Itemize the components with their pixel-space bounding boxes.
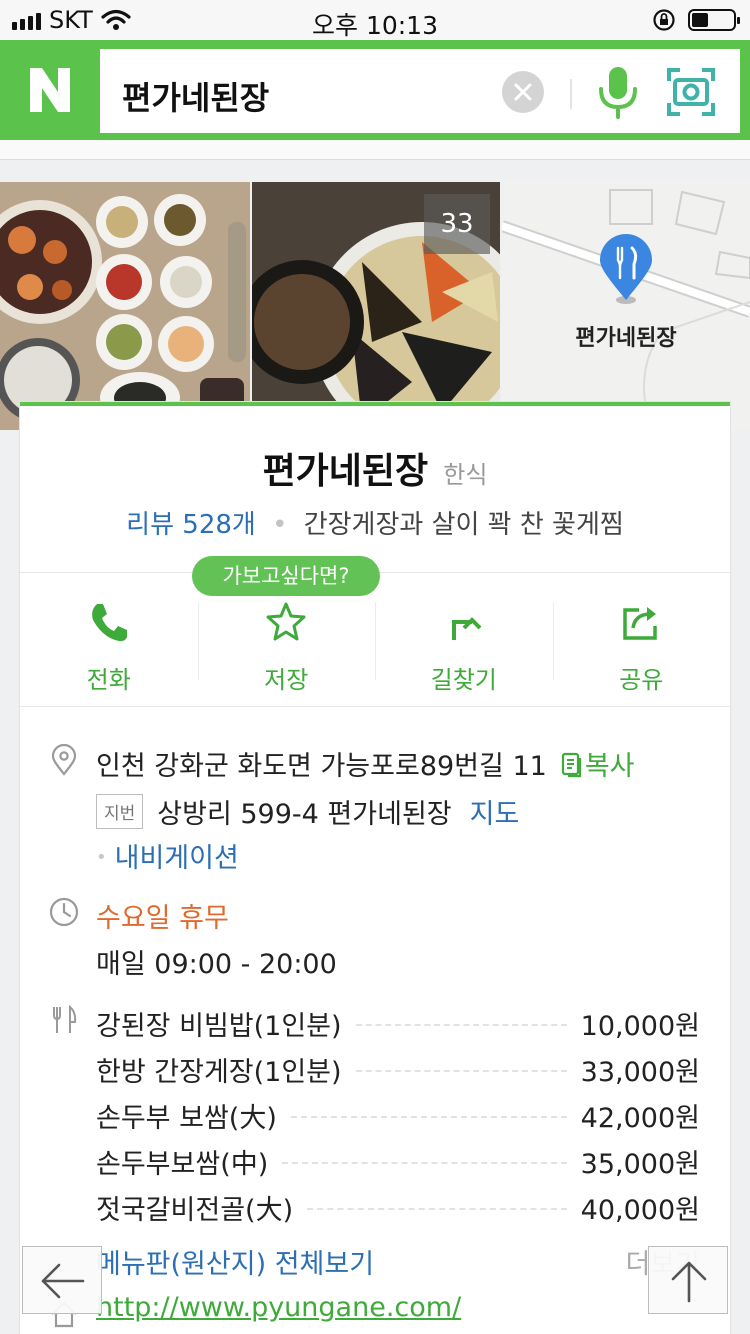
dotted-leader	[355, 1070, 567, 1072]
restaurant-pin-icon	[600, 234, 652, 304]
arrow-up-icon	[671, 1261, 707, 1303]
fork-knife-icon	[53, 1004, 77, 1033]
search-divider	[570, 79, 572, 109]
share-icon	[623, 607, 657, 640]
menu-item-name: 손두부 보쌈(大)	[96, 1095, 291, 1135]
menu-item: 젓국갈비전골(大) 40,000원	[96, 1184, 700, 1230]
menu-item: 손두부 보쌈(大) 42,000원	[96, 1092, 700, 1138]
copy-icon[interactable]	[561, 752, 583, 778]
share-label: 공유	[619, 666, 664, 694]
back-button[interactable]	[22, 1246, 102, 1314]
closed-day: 수요일 휴무	[96, 903, 229, 934]
arrow-left-icon	[41, 1263, 85, 1299]
search-input[interactable]: 편가네된장	[122, 73, 269, 119]
scroll-to-top-button[interactable]	[648, 1246, 728, 1314]
header-spacer	[0, 140, 750, 160]
menu-item-name: 강된장 비빔밥(1인분)	[96, 1003, 356, 1043]
navigation-row: • 내비게이션	[96, 836, 239, 875]
menu-item-price: 33,000원	[580, 1056, 700, 1088]
copy-address-button[interactable]: 복사	[585, 751, 635, 782]
dotted-leader	[355, 1024, 567, 1026]
review-line: 리뷰 528개 • 간장게장과 살이 꽉 찬 꽃게찜	[20, 504, 730, 541]
business-hours: 매일 09:00 - 20:00	[96, 949, 337, 980]
dotted-leader	[290, 1116, 567, 1118]
menu-more-row: 메뉴판(원산지) 전체보기 더보기	[96, 1242, 700, 1281]
clock-icon	[49, 897, 79, 927]
status-right	[652, 8, 740, 32]
menu-item: 강된장 비빔밥(1인분) 10,000원	[96, 1000, 700, 1046]
menu-list: 강된장 비빔밥(1인분) 10,000원 한방 간장게장(1인분) 33,000…	[96, 1000, 700, 1230]
full-menu-link[interactable]: 메뉴판(원산지) 전체보기	[96, 1249, 374, 1280]
menu-item-price: 10,000원	[580, 1010, 700, 1042]
lens-search-icon[interactable]	[666, 67, 716, 117]
jibun-tag: 지번	[96, 794, 144, 829]
place-name: 편가네된장	[262, 451, 429, 492]
search-header: 편가네된장	[0, 40, 750, 140]
bullet-dot: •	[96, 847, 107, 868]
status-bar: SKT 오후 10:13	[0, 0, 750, 40]
separator-dot: •	[272, 510, 288, 540]
rotation-lock-icon	[653, 9, 675, 31]
save-tooltip[interactable]: 가보고싶다면?	[192, 556, 380, 596]
directions-label: 길찾기	[430, 666, 497, 694]
menu-item: 손두부보쌈(中) 35,000원	[96, 1138, 700, 1184]
road-address-text: 인천 강화군 화도면 가능포로89번길 11	[96, 751, 547, 782]
review-count-link[interactable]: 리뷰 528개	[126, 510, 256, 540]
map-link[interactable]: 지도	[470, 792, 520, 831]
menu-item-price: 40,000원	[580, 1194, 700, 1226]
call-button[interactable]: 전화	[20, 588, 198, 706]
place-category: 한식	[443, 461, 488, 489]
place-card: 편가네된장 한식 리뷰 528개 • 간장게장과 살이 꽉 찬 꽃게찜 전화 저…	[20, 402, 730, 1334]
call-label: 전화	[86, 666, 131, 694]
menu-item: 한방 간장게장(1인분) 33,000원	[96, 1046, 700, 1092]
menu-item-name: 젓국갈비전골(大)	[96, 1187, 308, 1227]
dotted-leader	[282, 1162, 567, 1164]
directions-button[interactable]: 길찾기	[375, 588, 553, 706]
close-icon	[514, 83, 532, 101]
save-label: 저장	[264, 666, 309, 694]
action-bar: 전화 저장 길찾기 공유	[20, 588, 730, 706]
menu-item-name: 한방 간장게장(1인분)	[96, 1049, 356, 1089]
photo-strip: 33 편가네된장	[0, 182, 750, 430]
map-place-label: 편가네된장	[575, 326, 677, 351]
status-time: 오후 10:13	[312, 11, 438, 40]
menu-item-name: 손두부보쌈(中)	[96, 1141, 283, 1181]
menu-item-price: 42,000원	[580, 1102, 700, 1134]
navigation-link[interactable]: 내비게이션	[115, 843, 239, 874]
dotted-leader	[307, 1208, 567, 1210]
food-photo-1[interactable]	[0, 182, 250, 430]
phone-icon	[91, 604, 127, 642]
naver-logo-icon[interactable]	[28, 66, 72, 114]
search-box: 편가네된장	[100, 49, 740, 133]
jibun-address-row: 지번 상방리 599-4 편가네된장 지도	[96, 792, 519, 831]
microphone-icon[interactable]	[596, 65, 640, 119]
place-description: 간장게장과 살이 꽉 찬 꽃게찜	[303, 510, 624, 540]
food-photo-2[interactable]: 33	[252, 182, 500, 430]
star-icon	[266, 602, 306, 641]
photo-count-badge: 33	[424, 194, 490, 254]
road-address: 인천 강화군 화도면 가능포로89번길 11 복사	[96, 744, 635, 783]
clear-search-button[interactable]	[502, 71, 544, 113]
location-pin-icon	[51, 744, 77, 776]
divider	[20, 706, 730, 707]
battery-icon	[688, 9, 740, 31]
directions-icon	[451, 617, 482, 640]
place-title: 편가네된장 한식	[20, 442, 730, 494]
jibun-address: 상방리 599-4 편가네된장	[157, 799, 452, 830]
share-button[interactable]: 공유	[552, 588, 731, 706]
homepage-link[interactable]: http://www.pyungane.com/	[96, 1292, 461, 1323]
menu-item-price: 35,000원	[580, 1148, 700, 1180]
save-button[interactable]: 저장	[197, 588, 376, 706]
map-thumbnail[interactable]: 편가네된장	[502, 182, 750, 430]
